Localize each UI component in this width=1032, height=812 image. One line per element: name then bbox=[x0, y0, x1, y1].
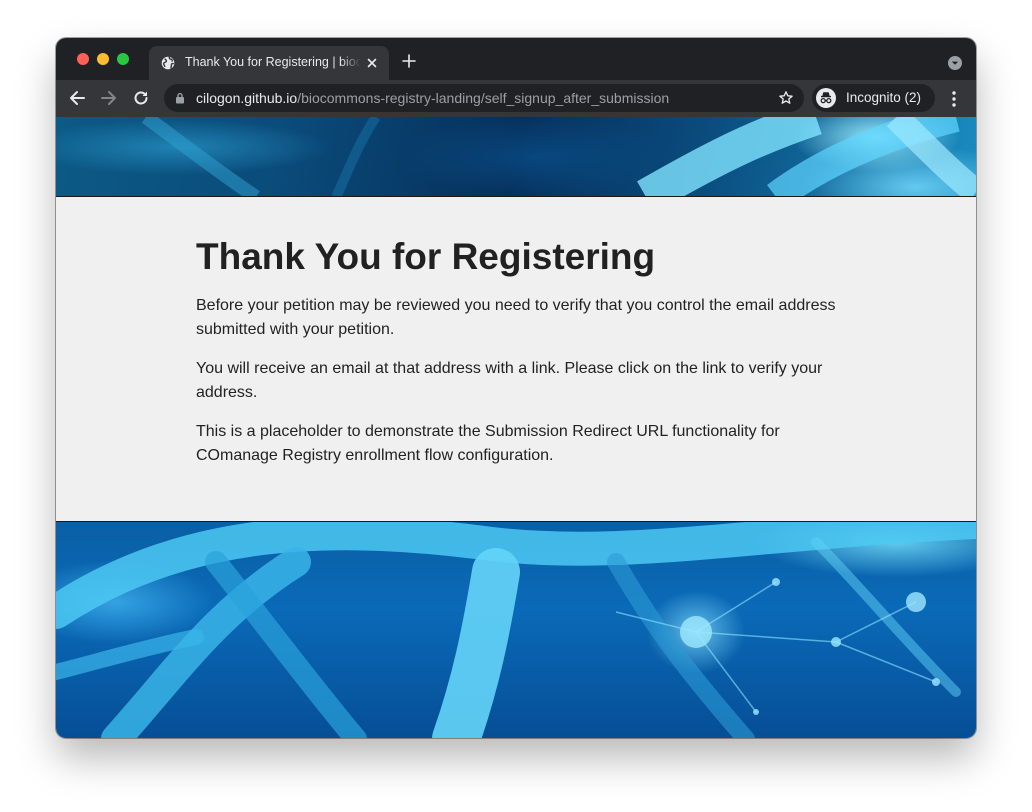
dna-banner-top bbox=[56, 117, 976, 197]
forward-arrow-icon[interactable] bbox=[100, 89, 118, 107]
tab-title: Thank You for Registering | biocommons bbox=[185, 55, 361, 69]
chevron-down-icon[interactable] bbox=[948, 56, 962, 70]
url-text: cilogon.github.io/biocommons-registry-la… bbox=[196, 90, 669, 106]
browser-window: Thank You for Registering | biocommons bbox=[56, 38, 976, 738]
paragraph-email-link: You will receive an email at that addres… bbox=[196, 360, 823, 401]
dna-strand-image-top bbox=[141, 117, 976, 196]
lock-icon[interactable] bbox=[174, 92, 186, 104]
zoom-window-button[interactable] bbox=[117, 53, 129, 65]
close-icon[interactable] bbox=[365, 56, 379, 70]
globe-icon bbox=[161, 56, 175, 70]
paragraph-verify-email: Before your petition may be reviewed you… bbox=[196, 297, 836, 338]
close-window-button[interactable] bbox=[77, 53, 89, 65]
back-arrow-icon[interactable] bbox=[68, 89, 86, 107]
incognito-label: Incognito (2) bbox=[846, 90, 922, 105]
paragraph-placeholder-note: This is a placeholder to demonstrate the… bbox=[196, 423, 780, 464]
kebab-menu-icon[interactable] bbox=[946, 90, 962, 108]
url-path: /biocommons-registry-landing/self_signup… bbox=[297, 90, 670, 106]
reload-icon[interactable] bbox=[132, 89, 150, 107]
dna-strand-image-bottom bbox=[56, 522, 976, 738]
incognito-icon bbox=[816, 88, 836, 108]
address-bar[interactable]: cilogon.github.io/biocommons-registry-la… bbox=[164, 84, 804, 112]
star-icon[interactable] bbox=[778, 90, 794, 106]
browser-toolbar: cilogon.github.io/biocommons-registry-la… bbox=[56, 80, 976, 117]
plus-icon[interactable] bbox=[402, 54, 416, 68]
url-host: cilogon.github.io bbox=[196, 90, 298, 106]
page-viewport[interactable]: Thank You for Registering Before your pe… bbox=[56, 117, 976, 738]
browser-tab[interactable]: Thank You for Registering | biocommons bbox=[149, 46, 389, 80]
main-content: Thank You for Registering Before your pe… bbox=[196, 236, 856, 483]
dna-banner-bottom bbox=[56, 521, 976, 738]
tab-strip: Thank You for Registering | biocommons bbox=[56, 38, 976, 80]
page-title: Thank You for Registering bbox=[196, 236, 656, 277]
incognito-profile-button[interactable]: Incognito (2) bbox=[812, 84, 935, 112]
minimize-window-button[interactable] bbox=[97, 53, 109, 65]
